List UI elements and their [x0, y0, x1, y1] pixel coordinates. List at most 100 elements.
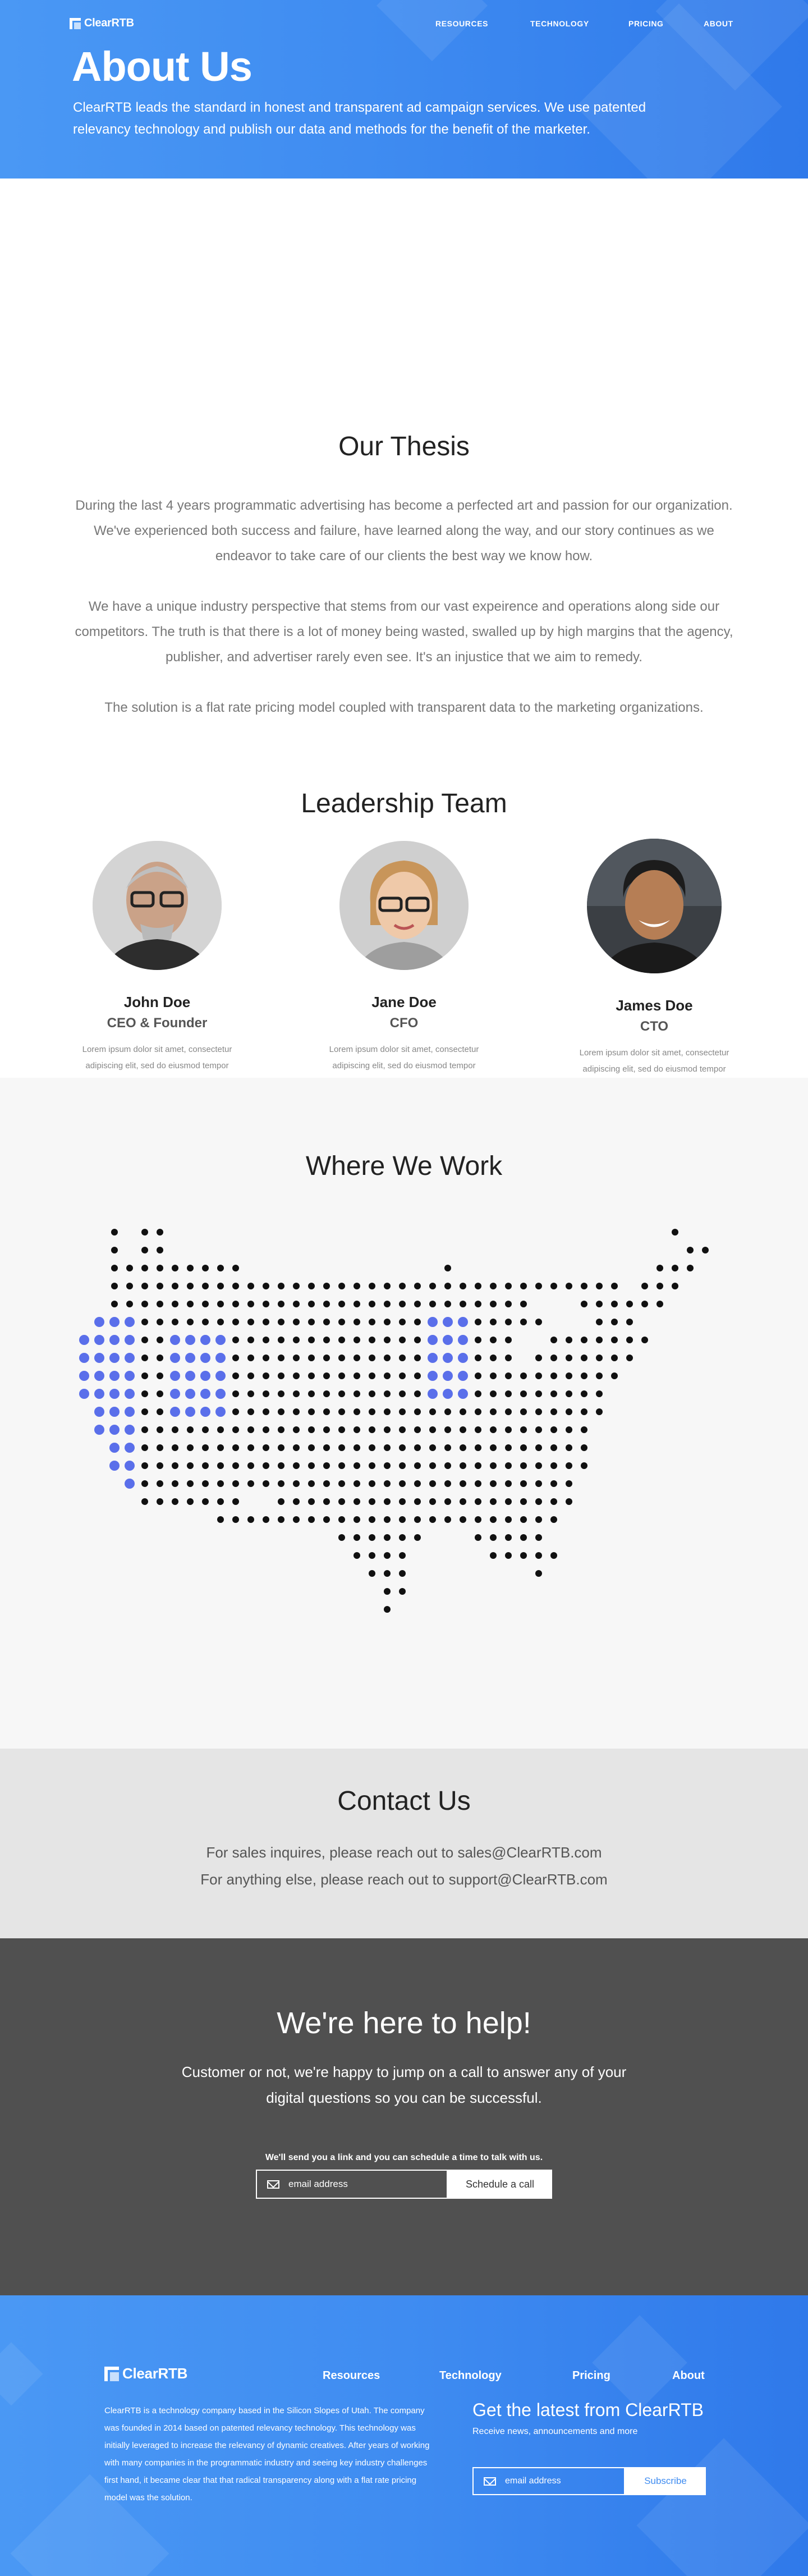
map-dot	[263, 1355, 269, 1361]
map-dot	[596, 1283, 603, 1289]
map-dot	[111, 1265, 118, 1271]
map-dot	[293, 1498, 300, 1505]
brand-name: ClearRTB	[84, 17, 134, 29]
map-dot	[414, 1408, 421, 1415]
map-dot	[490, 1444, 497, 1451]
map-dot	[247, 1462, 254, 1469]
map-dot	[505, 1552, 512, 1559]
map-dot	[490, 1498, 497, 1505]
map-dot-highlight	[443, 1317, 453, 1327]
map-dot-highlight	[94, 1353, 104, 1363]
map-dot	[444, 1516, 451, 1523]
map-dot	[384, 1426, 391, 1433]
schedule-call-button[interactable]: Schedule a call	[448, 2170, 552, 2199]
map-dot	[232, 1516, 239, 1523]
map-dot	[550, 1355, 557, 1361]
map-dot-highlight	[94, 1389, 104, 1399]
map-dot	[323, 1498, 330, 1505]
map-dot-highlight	[109, 1371, 120, 1381]
logo-icon	[70, 17, 81, 29]
map-dot-highlight	[200, 1389, 210, 1399]
map-dot	[308, 1355, 315, 1361]
nav-link-technology[interactable]: TECHNOLOGY	[530, 19, 589, 28]
map-dot	[520, 1372, 527, 1379]
map-dot	[232, 1372, 239, 1379]
email-field[interactable]: email address	[256, 2170, 448, 2199]
map-dot	[157, 1265, 163, 1271]
map-dot	[232, 1426, 239, 1433]
map-dot	[232, 1265, 239, 1271]
map-dot-highlight	[170, 1389, 180, 1399]
map-dot	[490, 1462, 497, 1469]
map-dot	[399, 1588, 406, 1595]
map-dot	[520, 1301, 527, 1307]
map-dot-highlight	[443, 1371, 453, 1381]
map-dot	[520, 1444, 527, 1451]
nav-link-resources[interactable]: RESOURCES	[435, 19, 488, 28]
footer-decoration	[636, 2438, 808, 2576]
map-dot	[293, 1355, 300, 1361]
map-dot	[444, 1283, 451, 1289]
map-dot	[126, 1283, 133, 1289]
map-dot	[429, 1444, 436, 1451]
map-dot	[202, 1480, 209, 1487]
map-dot-highlight	[170, 1353, 180, 1363]
map-dot	[369, 1480, 375, 1487]
map-dot	[354, 1408, 360, 1415]
map-dot	[581, 1355, 587, 1361]
map-dot	[354, 1498, 360, 1505]
map-dot	[505, 1337, 512, 1343]
map-dot	[157, 1444, 163, 1451]
map-dot	[414, 1444, 421, 1451]
footer-link-resources[interactable]: Resources	[323, 2369, 380, 2382]
footer-link-pricing[interactable]: Pricing	[572, 2369, 610, 2382]
map-dot	[247, 1337, 254, 1343]
newsletter-email-field[interactable]: email address	[472, 2467, 625, 2495]
map-dot	[354, 1337, 360, 1343]
map-dot	[141, 1319, 148, 1325]
map-dot	[278, 1498, 284, 1505]
map-dot	[535, 1372, 542, 1379]
map-dot	[232, 1480, 239, 1487]
mail-icon	[267, 2180, 279, 2189]
map-dot-highlight	[458, 1389, 468, 1399]
map-dot-highlight	[94, 1425, 104, 1435]
help-section: We're here to help! Customer or not, we'…	[0, 1938, 808, 2295]
map-dot	[369, 1372, 375, 1379]
map-dot	[293, 1462, 300, 1469]
map-dot	[566, 1355, 572, 1361]
map-dot	[520, 1516, 527, 1523]
map-dot	[232, 1498, 239, 1505]
map-dot	[475, 1319, 481, 1325]
member-role: CTO	[640, 1019, 669, 1034]
map-dot	[293, 1301, 300, 1307]
map-dot	[354, 1319, 360, 1325]
map-dot	[278, 1408, 284, 1415]
map-dot	[278, 1319, 284, 1325]
map-dot	[157, 1426, 163, 1433]
map-dot	[429, 1516, 436, 1523]
map-dot	[460, 1301, 466, 1307]
map-dot	[369, 1552, 375, 1559]
map-dot	[611, 1319, 618, 1325]
map-dot	[475, 1390, 481, 1397]
nav-link-pricing[interactable]: PRICING	[628, 19, 664, 28]
map-dot	[414, 1390, 421, 1397]
map-dot	[172, 1480, 178, 1487]
map-dot	[263, 1283, 269, 1289]
subscribe-button[interactable]: Subscribe	[625, 2467, 706, 2495]
map-dot	[550, 1283, 557, 1289]
map-dot	[566, 1498, 572, 1505]
map-dot	[278, 1480, 284, 1487]
map-dot	[399, 1355, 406, 1361]
map-dot	[429, 1426, 436, 1433]
map-dot	[656, 1301, 663, 1307]
map-dot	[475, 1480, 481, 1487]
map-dot	[308, 1516, 315, 1523]
brand-logo[interactable]: ClearRTB	[70, 17, 134, 30]
footer-link-about[interactable]: About	[672, 2369, 705, 2382]
footer-logo[interactable]: ClearRTB	[104, 2365, 187, 2382]
newsletter-subtitle: Receive news, announcements and more	[472, 2427, 638, 2436]
footer-link-technology[interactable]: Technology	[439, 2369, 502, 2382]
nav-link-about[interactable]: ABOUT	[704, 19, 733, 28]
